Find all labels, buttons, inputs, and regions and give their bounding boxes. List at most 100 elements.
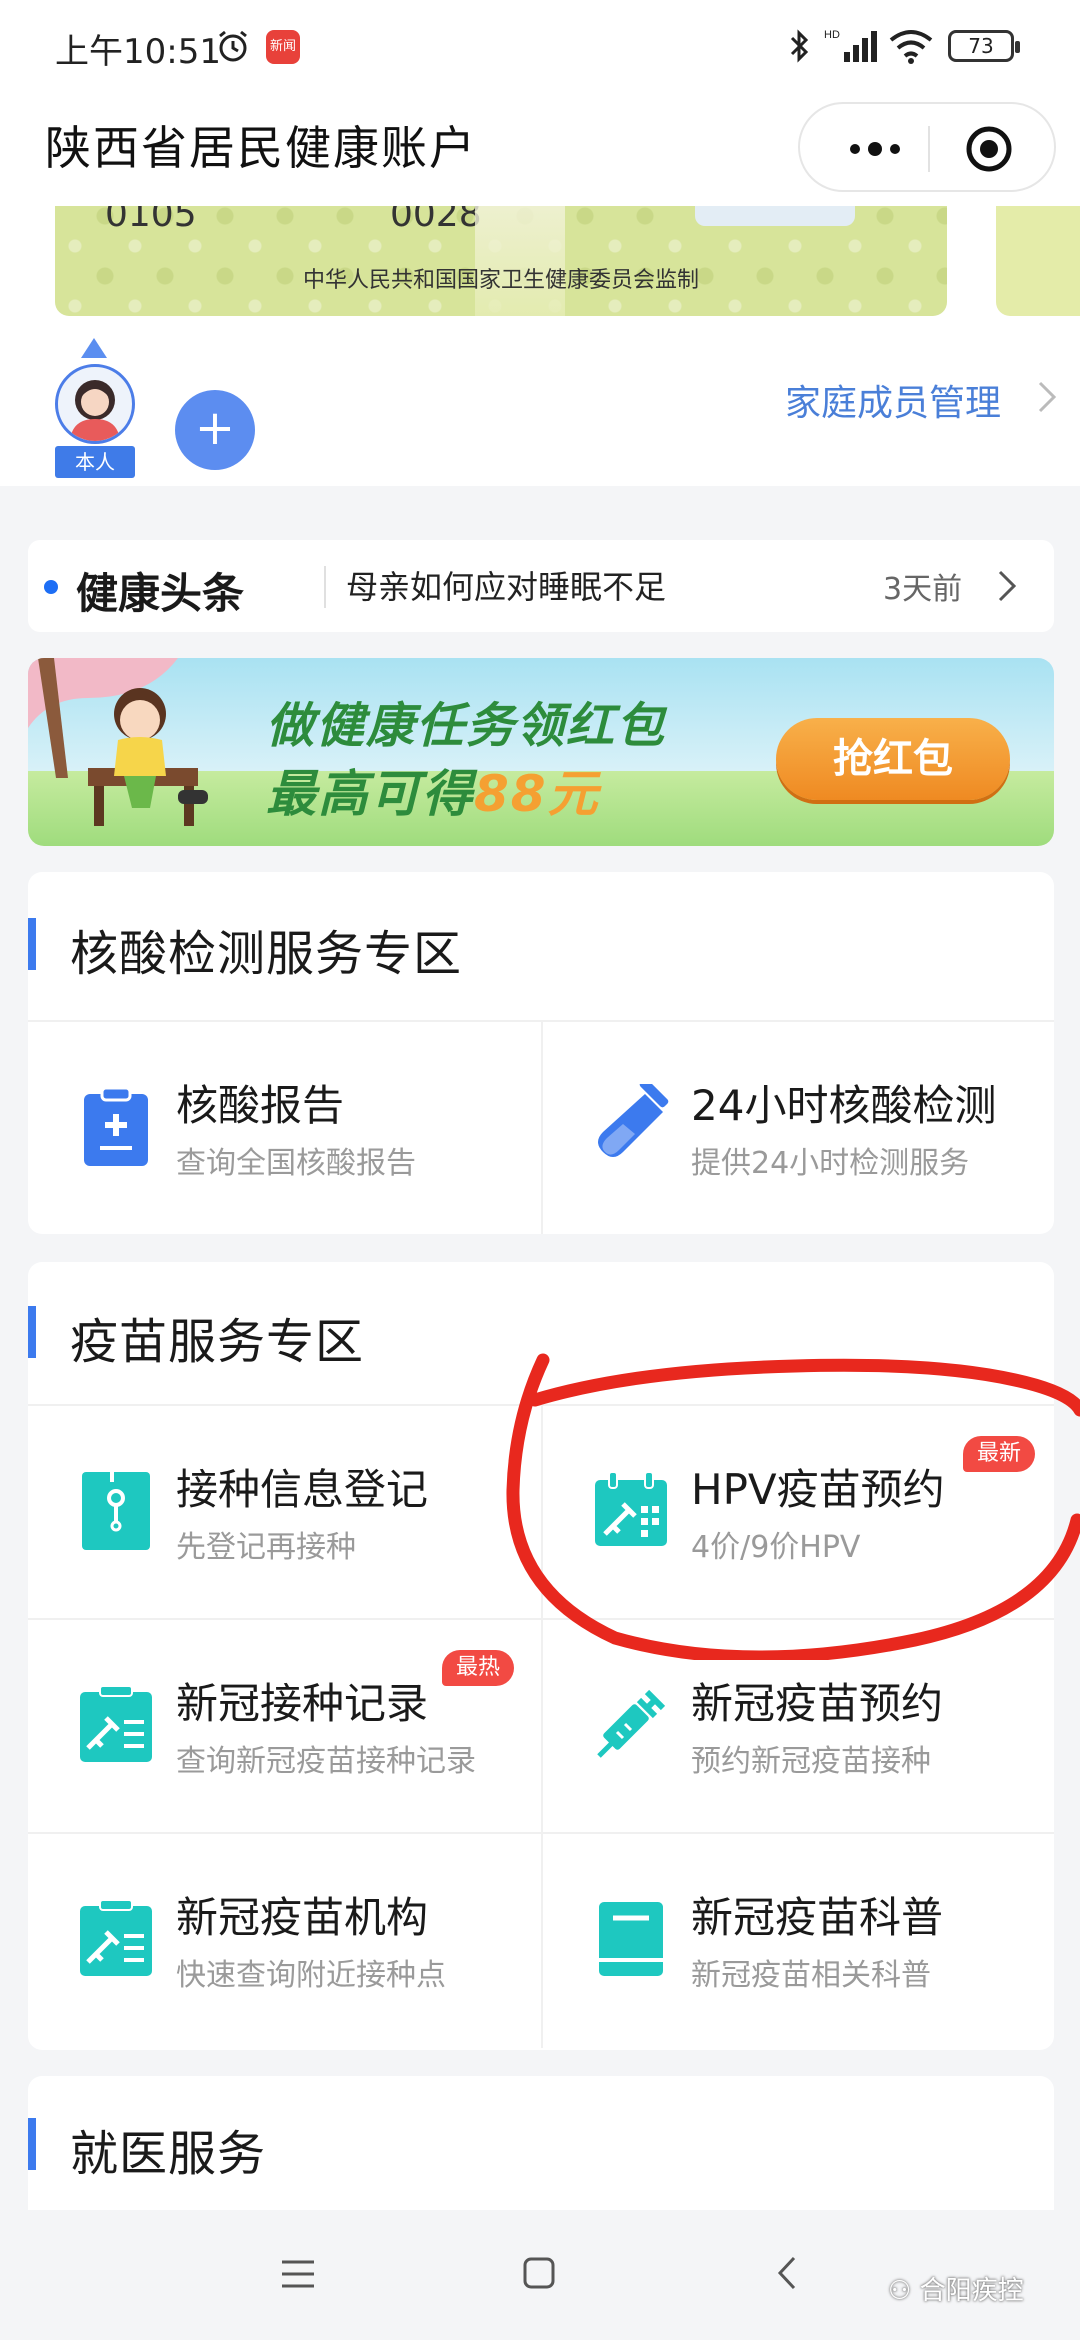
- home-icon[interactable]: [522, 2256, 556, 2290]
- syringe-record-icon: [80, 1685, 152, 1762]
- self-member-tag: 本人: [55, 446, 135, 478]
- clipboard-medical-icon: [84, 1086, 148, 1166]
- female-avatar-icon: [70, 380, 120, 441]
- more-icon[interactable]: [840, 132, 910, 166]
- service-subtitle: 4价/9价HPV: [691, 1530, 861, 1565]
- service-title: 新冠疫苗预约: [691, 1679, 944, 1728]
- wifi-icon: [889, 30, 933, 64]
- headline-text[interactable]: 母亲如何应对睡眠不足: [346, 562, 666, 608]
- service-title: 新冠疫苗科普: [691, 1893, 944, 1942]
- service-title: HPV疫苗预约: [691, 1465, 945, 1514]
- family-member-row: 本人 + 家庭成员管理: [0, 326, 1080, 486]
- service-hpv-vaccine-booking[interactable]: HPV疫苗预约 4价/9价HPV 最新: [541, 1406, 1054, 1618]
- page-title: 陕西省居民健康账户: [45, 121, 477, 175]
- banner-subline-prefix: 最高可得: [266, 765, 474, 823]
- battery-indicator: 73: [948, 30, 1020, 62]
- chevron-right-icon[interactable]: [996, 568, 1018, 604]
- menu-icon[interactable]: [280, 2258, 316, 2290]
- family-management-link[interactable]: 家庭成员管理: [785, 374, 1001, 426]
- section-accent-bar: [28, 1306, 36, 1358]
- grid-row: 核酸报告 查询全国核酸报告 24小时核酸检测 提供24小时检测服务: [28, 1022, 1054, 1234]
- watermark-text: 合阳疾控: [919, 2276, 1024, 2306]
- service-nucleic-report[interactable]: 核酸报告 查询全国核酸报告: [28, 1022, 541, 1234]
- selected-member-pointer: [81, 338, 107, 358]
- service-title: 核酸报告: [176, 1081, 345, 1130]
- vaccine-section: 疫苗服务专区 接种信息登记 先登记再接种 HPV疫苗预约 4价/9价HPV 最新…: [28, 1262, 1054, 2050]
- news-app-icon: 新闻: [266, 30, 300, 64]
- test-tube-icon: [598, 1084, 669, 1157]
- section-header: 疫苗服务专区: [28, 1262, 1054, 1404]
- service-covid-vaccination-record[interactable]: 新冠接种记录 查询新冠疫苗接种记录 最热: [28, 1620, 541, 1832]
- section-accent-bar: [28, 2118, 36, 2170]
- book-icon: [599, 1902, 663, 1976]
- calendar-syringe-icon: [595, 1471, 667, 1546]
- nucleic-acid-section: 核酸检测服务专区 核酸报告 查询全国核酸报告 24小时核酸检测 提供24小时检测…: [28, 872, 1054, 1234]
- registration-icon: [82, 1472, 150, 1550]
- service-title: 24小时核酸检测: [691, 1081, 997, 1130]
- service-subtitle: 查询全国核酸报告: [176, 1146, 416, 1181]
- health-card-carousel[interactable]: 0105 0028 中华人民共和国国家卫生健康委员会监制: [0, 206, 1080, 326]
- grid-row: 新冠疫苗机构 快速查询附近接种点 新冠疫苗科普 新冠疫苗相关科普: [28, 1834, 1054, 2048]
- card-decoration: [475, 206, 565, 316]
- svg-text:HD: HD: [824, 29, 840, 41]
- section-header: 就医服务: [28, 2076, 1054, 2210]
- wechat-icon: ⚇: [888, 2276, 920, 2306]
- service-title: 接种信息登记: [176, 1465, 429, 1514]
- service-title: 新冠接种记录: [176, 1679, 429, 1728]
- service-subtitle: 提供24小时检测服务: [691, 1146, 970, 1181]
- red-envelope-banner[interactable]: 做健康任务领红包 最高可得88元 抢红包: [28, 658, 1054, 846]
- grid-row: 新冠接种记录 查询新冠疫苗接种记录 最热 新冠疫苗预约 预约新冠疫苗接种: [28, 1620, 1054, 1834]
- close-mini-program-icon[interactable]: [964, 124, 1014, 174]
- service-24h-nucleic-test[interactable]: 24小时核酸检测 提供24小时检测服务: [541, 1022, 1054, 1234]
- service-covid-vaccine-education[interactable]: 新冠疫苗科普 新冠疫苗相关科普: [541, 1834, 1054, 2048]
- service-subtitle: 新冠疫苗相关科普: [691, 1958, 931, 1993]
- mini-program-capsule: [798, 102, 1056, 192]
- headline-time: 3天前: [883, 572, 963, 607]
- grid-row: 接种信息登记 先登记再接种 HPV疫苗预约 4价/9价HPV 最新: [28, 1406, 1054, 1620]
- watermark: ⚇ 合阳疾控: [888, 2270, 1024, 2307]
- health-card[interactable]: 0105 0028 中华人民共和国国家卫生健康委员会监制: [55, 206, 947, 316]
- service-grid: 核酸报告 查询全国核酸报告 24小时核酸检测 提供24小时检测服务: [28, 1020, 1054, 1234]
- service-grid: 接种信息登记 先登记再接种 HPV疫苗预约 4价/9价HPV 最新 新冠接种记录…: [28, 1404, 1054, 2048]
- banner-headline: 做健康任务领红包: [266, 698, 667, 754]
- card-qr-edge: [695, 206, 855, 226]
- avatar[interactable]: [55, 364, 135, 444]
- signal-icon: HD: [824, 29, 877, 62]
- medical-service-section: 就医服务: [28, 2076, 1054, 2210]
- section-title: 核酸检测服务专区: [70, 926, 463, 982]
- service-covid-vaccine-institutions[interactable]: 新冠疫苗机构 快速查询附近接种点: [28, 1834, 541, 2048]
- next-health-card[interactable]: [996, 206, 1080, 316]
- add-member-button[interactable]: +: [175, 390, 255, 470]
- syringe-icon: [597, 1689, 666, 1758]
- hot-badge: 最热: [442, 1650, 515, 1686]
- banner-amount: 88元: [474, 765, 600, 823]
- card-supervision-note: 中华人民共和国国家卫生健康委员会监制: [302, 268, 699, 293]
- app-title-bar: 陕西省居民健康账户: [0, 90, 1080, 206]
- grab-red-envelope-button[interactable]: 抢红包: [776, 718, 1010, 800]
- alarm-icon: [219, 30, 247, 62]
- service-subtitle: 快速查询附近接种点: [176, 1958, 446, 1993]
- new-badge: 最新: [963, 1436, 1036, 1472]
- card-number-left: 0105: [105, 206, 197, 235]
- card-number-right: 0028: [390, 206, 482, 235]
- system-navigation-bar: ⚇ 合阳疾控: [0, 2210, 1080, 2340]
- banner-subline: 最高可得88元: [266, 754, 600, 826]
- back-icon[interactable]: [776, 2254, 798, 2292]
- banner-illustration: [28, 658, 208, 826]
- section-accent-bar: [28, 918, 36, 970]
- status-bar: 上午10:51 新闻 HD 73: [0, 0, 1080, 90]
- service-covid-vaccine-booking[interactable]: 新冠疫苗预约 预约新冠疫苗接种: [541, 1620, 1054, 1832]
- section-title: 就医服务: [70, 2126, 267, 2182]
- section-header: 核酸检测服务专区: [28, 872, 1054, 1020]
- bluetooth-icon: [790, 29, 809, 63]
- service-subtitle: 查询新冠疫苗接种记录: [176, 1744, 476, 1779]
- capsule-divider: [928, 126, 930, 172]
- headline-divider: [324, 566, 326, 608]
- status-time: 上午10:51: [55, 32, 221, 72]
- chevron-right-icon: [1038, 381, 1057, 413]
- headline-dot-icon: [44, 580, 58, 594]
- service-subtitle: 先登记再接种: [176, 1530, 356, 1565]
- service-vaccination-registration[interactable]: 接种信息登记 先登记再接种: [28, 1406, 541, 1618]
- health-headline-bar[interactable]: 健康头条 母亲如何应对睡眠不足 3天前: [28, 540, 1054, 632]
- syringe-list-icon: [80, 1899, 152, 1976]
